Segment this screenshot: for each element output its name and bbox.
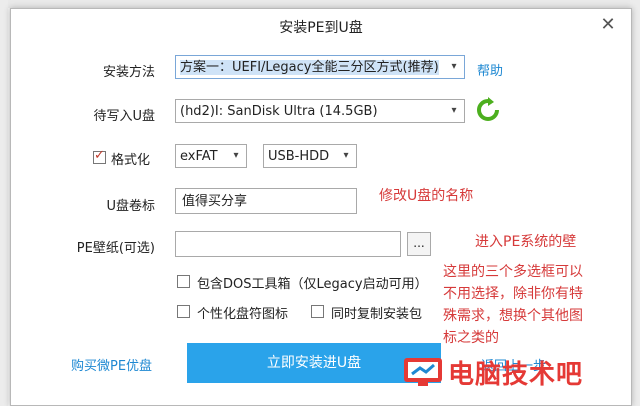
dialog-title: 安装PE到U盘 [279, 20, 363, 36]
dos-tools-label: 包含DOS工具箱（仅Legacy启动可用） [197, 277, 428, 292]
annotation-options-note: 这里的三个多选框可以 不用选择，除非你有特 殊需求，想换个其他图 标之类的 [443, 261, 629, 349]
target-disk-value: (hd2)I: SanDisk Ultra (14.5GB) [180, 104, 378, 119]
install-method-select[interactable]: 方案一：UEFI/Legacy全能三分区方式(推荐) ▾ [175, 55, 465, 79]
copy-installer-label: 同时复制安装包 [331, 307, 423, 322]
install-method-label: 安装方法 [102, 65, 155, 80]
volume-label-label: U盘卷标 [106, 199, 155, 214]
refresh-icon[interactable] [475, 97, 501, 123]
install-method-value: 方案一：UEFI/Legacy全能三分区方式(推荐) [180, 60, 439, 75]
format-checkbox[interactable] [93, 148, 106, 164]
title-bar: 安装PE到U盘 ✕ [11, 9, 631, 41]
annotation-line: 不用选择，除非你有特 [443, 286, 583, 302]
filesystem-value: exFAT [180, 149, 218, 164]
format-label: 格式化 [111, 153, 151, 168]
dos-tools-checkbox[interactable] [177, 275, 190, 288]
watermark-logo: 电脑技术吧 [400, 350, 640, 396]
chevron-down-icon: ▾ [338, 145, 354, 167]
browse-button[interactable]: ... [407, 232, 431, 256]
copy-installer-checkbox[interactable] [311, 305, 324, 318]
annotation-line: 殊需求，想换个其他图 [443, 308, 583, 324]
annotation-line: 这里的三个多选框可以 [443, 264, 583, 280]
chevron-down-icon: ▾ [228, 145, 244, 167]
background-window-strip [0, 0, 640, 8]
monitor-logo-icon [404, 358, 442, 386]
annotation-rename: 修改U盘的名称 [379, 188, 474, 204]
background-left-strip [0, 0, 8, 406]
filesystem-select[interactable]: exFAT ▾ [175, 144, 247, 168]
chevron-down-icon: ▾ [446, 100, 462, 122]
annotation-wallpaper: 进入PE系统的壁 [475, 234, 577, 250]
boot-mode-select[interactable]: USB-HDD ▾ [263, 144, 357, 168]
custom-icon-checkbox[interactable] [177, 305, 190, 318]
buy-usb-link[interactable]: 购买微PE优盘 [71, 355, 152, 374]
install-pe-dialog: 安装PE到U盘 ✕ 安装方法 方案一：UEFI/Legacy全能三分区方式(推荐… [10, 8, 632, 406]
wallpaper-input[interactable] [175, 231, 401, 257]
chevron-down-icon: ▾ [446, 56, 462, 78]
wallpaper-label: PE壁纸(可选) [76, 241, 155, 256]
help-link[interactable]: 帮助 [477, 60, 503, 79]
boot-mode-value: USB-HDD [268, 149, 330, 164]
close-icon: ✕ [600, 14, 616, 35]
watermark-text: 电脑技术吧 [448, 360, 584, 390]
custom-icon-label: 个性化盘符图标 [197, 307, 289, 322]
volume-label-input[interactable]: 值得买分享 [175, 188, 357, 214]
target-disk-label: 待写入U盘 [93, 109, 155, 124]
annotation-line: 标之类的 [443, 330, 499, 346]
close-button[interactable]: ✕ [593, 13, 623, 37]
target-disk-select[interactable]: (hd2)I: SanDisk Ultra (14.5GB) ▾ [175, 99, 465, 123]
